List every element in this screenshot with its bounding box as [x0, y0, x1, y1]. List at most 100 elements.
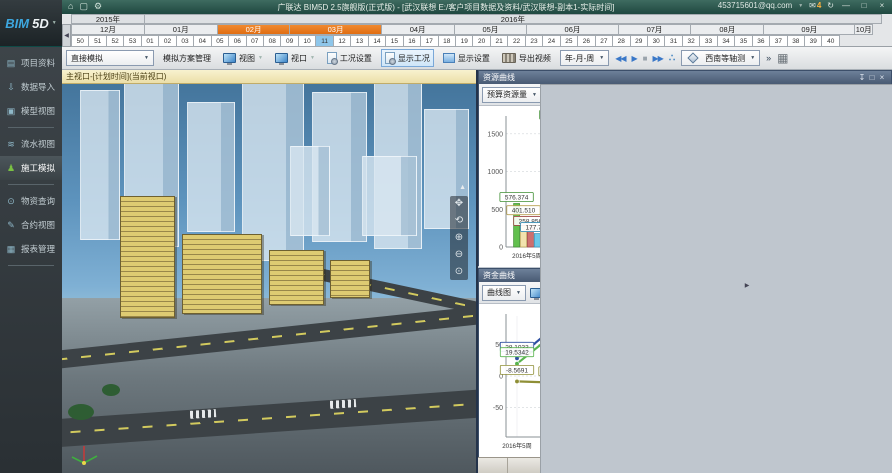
zoom-window-tool[interactable]: ⊙	[455, 267, 463, 277]
stop-button[interactable]: ■	[643, 54, 647, 63]
timeline-week-cell[interactable]: 29	[630, 35, 648, 47]
timeline-month[interactable]: 10月	[854, 24, 872, 35]
sidebar-item-model-view[interactable]: ▣模型视图	[0, 99, 62, 123]
timeline-week-cell[interactable]: 35	[734, 35, 752, 47]
sidebar-item-material-query[interactable]: ⊙物资查询	[0, 189, 62, 213]
rewind-button[interactable]: ◀◀	[615, 54, 625, 63]
sidebar-item-project-data[interactable]: ▤项目资料	[0, 51, 62, 75]
timeline-scroll-right[interactable]: ▶	[540, 84, 892, 473]
timeline-week-cell[interactable]: 53	[123, 35, 141, 47]
sidebar-item-construction-sim[interactable]: ♟施工模拟	[0, 156, 62, 180]
model-scene[interactable]: ▲ ✥ ⟲ ⊕ ⊖ ⊙	[62, 84, 476, 473]
timeline-week-cell[interactable]: 25	[560, 35, 578, 47]
time-unit-select[interactable]: 年-月-周▼	[560, 50, 609, 66]
export-video-button[interactable]: 导出视频	[499, 49, 554, 67]
timeline-month[interactable]: 04月	[381, 24, 455, 35]
tools-collapse-arrow[interactable]: ▲	[459, 184, 466, 191]
close-panel-icon[interactable]: ×	[877, 72, 887, 84]
minimize-button[interactable]: —	[840, 1, 852, 10]
timeline-week-cell[interactable]: 01	[141, 35, 159, 47]
timeline-month[interactable]: 09月	[763, 24, 855, 35]
maximize-panel-icon[interactable]: □	[867, 72, 877, 84]
save-icon[interactable]: ▢	[79, 1, 88, 12]
timeline-week-cell[interactable]: 15	[385, 35, 403, 47]
timeline-week-cell[interactable]: 39	[804, 35, 822, 47]
timeline-week-cell[interactable]: 07	[246, 35, 264, 47]
timeline-scroll-left[interactable]: ◀	[62, 24, 71, 47]
timeline-week-cell[interactable]: 10	[298, 35, 316, 47]
fast-forward-button[interactable]: ▶▶	[653, 54, 663, 63]
timeline-week-cell[interactable]: 12	[333, 35, 351, 47]
viewport-button[interactable]: 视口▼	[272, 49, 318, 67]
timeline-month[interactable]: 06月	[526, 24, 618, 35]
fund-chart-type-select[interactable]: 曲线图▼	[482, 285, 526, 301]
timeline-week-cell[interactable]: 50	[71, 35, 89, 47]
home-icon[interactable]: ⌂	[68, 1, 73, 12]
view-button[interactable]: 视图▼	[220, 49, 266, 67]
timeline-month[interactable]: 05月	[454, 24, 528, 35]
zoom-in-tool[interactable]: ⊕	[455, 233, 463, 243]
sidebar-item-report-mgmt[interactable]: ▦报表管理	[0, 237, 62, 261]
condition-setting-button[interactable]: 工况设置	[324, 49, 375, 67]
network-diagram-icon[interactable]: ∴	[669, 53, 675, 64]
timeline-month[interactable]: 12月	[71, 24, 145, 35]
pin-icon[interactable]: ↧	[857, 72, 867, 84]
timeline-week-cell[interactable]: 26	[577, 35, 595, 47]
resource-source-select[interactable]: 预算资源量▼	[482, 87, 542, 103]
timeline-week-cell[interactable]: 21	[490, 35, 508, 47]
timeline-week-cell[interactable]: 14	[368, 35, 386, 47]
timeline-week-cell[interactable]: 11	[315, 35, 333, 47]
timeline-week-cell[interactable]: 51	[88, 35, 106, 47]
view-preset-select[interactable]: 西南等轴测▼	[681, 50, 760, 66]
timeline-week-cell[interactable]: 37	[769, 35, 787, 47]
timeline-week-cell[interactable]: 17	[420, 35, 438, 47]
timeline-week-cell[interactable]: 28	[612, 35, 630, 47]
timeline-week-cell[interactable]: 13	[350, 35, 368, 47]
timeline-week-cell[interactable]: 40	[821, 35, 839, 47]
timeline-month[interactable]: 01月	[144, 24, 218, 35]
timeline-week-cell[interactable]: 19	[455, 35, 473, 47]
timeline-week-cell[interactable]: 30	[647, 35, 665, 47]
app-logo[interactable]: BIM 5D ▼	[0, 0, 62, 47]
structure-grid-icon[interactable]: ▦	[777, 51, 788, 65]
mail-icon[interactable]: ✉4	[809, 1, 821, 10]
refresh-icon[interactable]: ↻	[827, 1, 834, 10]
display-settings-button[interactable]: 显示设置	[440, 49, 493, 67]
timeline-week-cell[interactable]: 06	[228, 35, 246, 47]
timeline-week-cell[interactable]: 04	[193, 35, 211, 47]
timeline-week-cell[interactable]: 08	[263, 35, 281, 47]
account-caret-icon[interactable]: ▼	[798, 3, 803, 9]
timeline-week-cell[interactable]: 23	[525, 35, 543, 47]
timeline-week-cell[interactable]: 16	[403, 35, 421, 47]
zoom-out-tool[interactable]: ⊖	[455, 250, 463, 260]
timeline-week-cell[interactable]: 02	[158, 35, 176, 47]
sidebar-item-contract-view[interactable]: ✎合约视图	[0, 213, 62, 237]
toolbar-more-button[interactable]: »	[766, 53, 771, 63]
show-condition-button[interactable]: 显示工况	[381, 49, 434, 67]
timeline-week-cell[interactable]: 31	[664, 35, 682, 47]
timeline-week-cell[interactable]: 09	[280, 35, 298, 47]
timeline-week-cell[interactable]: 32	[682, 35, 700, 47]
sidebar-item-data-import[interactable]: ⇩数据导入	[0, 75, 62, 99]
account-label[interactable]: 453715601@qq.com	[718, 1, 792, 10]
timeline-week-cell[interactable]: 34	[717, 35, 735, 47]
timeline-week-cell[interactable]: 33	[699, 35, 717, 47]
timeline-month[interactable]: 02月	[217, 24, 291, 35]
play-button[interactable]: ▶	[632, 54, 637, 63]
close-button[interactable]: ×	[876, 1, 888, 10]
timeline-week-cell[interactable]: 27	[595, 35, 613, 47]
sim-plan-manage-button[interactable]: 模拟方案管理	[160, 49, 214, 67]
timeline-week-cell[interactable]: 20	[472, 35, 490, 47]
timeline-week-cell[interactable]: 24	[542, 35, 560, 47]
timeline-week-cell[interactable]: 52	[106, 35, 124, 47]
pan-tool[interactable]: ✥	[455, 199, 463, 209]
timeline-week-cell[interactable]: 18	[438, 35, 456, 47]
sidebar-item-flow-view[interactable]: ≋流水视图	[0, 132, 62, 156]
maximize-button[interactable]: □	[858, 1, 870, 10]
orbit-tool[interactable]: ⟲	[455, 216, 463, 226]
timeline-month[interactable]: 07月	[618, 24, 692, 35]
timeline-week-cell[interactable]: 03	[176, 35, 194, 47]
timeline-week-cell[interactable]: 36	[752, 35, 770, 47]
timeline-month[interactable]: 08月	[690, 24, 764, 35]
timeline-month[interactable]: 03月	[289, 24, 381, 35]
